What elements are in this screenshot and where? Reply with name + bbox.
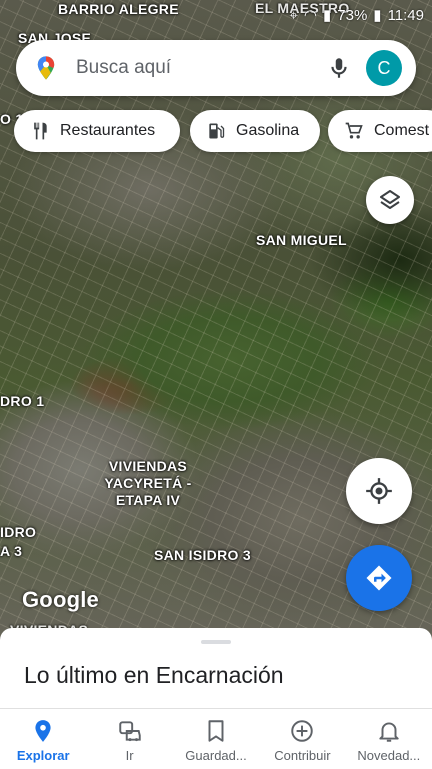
battery-percent: 73% — [337, 6, 368, 24]
directions-button[interactable] — [346, 545, 412, 611]
directions-icon — [366, 565, 392, 591]
bell-icon — [379, 722, 399, 742]
nav-contribuir[interactable]: Contribuir — [259, 709, 345, 769]
add-circle-icon — [291, 720, 314, 742]
nav-novedades[interactable]: Novedad... — [346, 709, 432, 769]
chip-label: Gasolina — [236, 122, 300, 139]
status-bar: ⌖ ◠ ▮ 73% ▮ 11:49 — [289, 6, 424, 25]
nav-label: Contribuir — [274, 748, 331, 763]
satellite-map[interactable]: BARRIO ALEGRE SAN JOSE EL MAESTRO SAN MI… — [0, 0, 432, 640]
sheet-drag-handle[interactable] — [201, 640, 231, 644]
microphone-icon[interactable] — [326, 55, 352, 81]
map-label-san-isidro-3: SAN ISIDRO 3 — [154, 547, 251, 563]
bottom-sheet[interactable]: Lo último en Encarnación — [0, 628, 432, 708]
search-input[interactable]: Busca aquí — [76, 57, 326, 79]
account-avatar[interactable]: C — [366, 50, 402, 86]
map-label-san-miguel: SAN MIGUEL — [256, 232, 347, 248]
chip-gasolina[interactable]: Gasolina — [190, 110, 320, 152]
map-label-viviendas-line2: YACYRETÁ - — [104, 475, 192, 491]
nav-guardados[interactable]: Guardad... — [173, 709, 259, 769]
nav-ir[interactable]: Ir — [86, 709, 172, 769]
battery-icon: ▮ — [373, 7, 382, 24]
wifi-icon: ◠ — [303, 7, 317, 24]
signal-icon: ▮ — [323, 7, 332, 24]
map-label-a3: A 3 — [0, 543, 23, 559]
restaurant-icon — [34, 122, 47, 140]
gas-station-icon — [209, 123, 225, 139]
google-logo: Google — [22, 587, 99, 612]
nav-explorar[interactable]: Explorar — [0, 709, 86, 769]
clock: 11:49 — [387, 6, 424, 24]
chip-label: Comest — [374, 122, 430, 139]
nav-label: Novedad... — [357, 748, 421, 763]
sheet-title: Lo último en Encarnación — [24, 662, 284, 688]
nav-label: Ir — [125, 748, 134, 763]
map-label-barrio-alegre: BARRIO ALEGRE — [58, 1, 179, 17]
nav-label: Guardad... — [185, 748, 247, 763]
crosshair-icon — [366, 478, 392, 504]
chip-comestibles[interactable]: Comest — [328, 110, 432, 152]
maps-pin-icon — [37, 56, 55, 80]
layers-icon — [380, 190, 400, 209]
map-label-dro-1: DRO 1 — [0, 393, 45, 409]
map-label-idro: IDRO — [0, 524, 37, 540]
map-label-viviendas-yacyreta: VIVIENDAS YACYRETÁ - ETAPA IV — [98, 458, 198, 509]
search-bar[interactable]: Busca aquí C — [16, 40, 416, 96]
shopping-cart-icon — [345, 122, 363, 139]
explore-pin-icon — [35, 720, 51, 742]
location-status-icon: ⌖ — [289, 6, 298, 24]
nav-label: Explorar — [16, 748, 70, 763]
layers-button[interactable] — [366, 176, 414, 224]
commute-icon — [118, 721, 141, 742]
map-label-viviendas-line3: ETAPA IV — [115, 492, 181, 508]
chip-label: Restaurantes — [60, 122, 156, 139]
map-label-viviendas-line1: VIVIENDAS — [108, 458, 188, 474]
bookmark-icon — [208, 720, 224, 742]
my-location-button[interactable] — [346, 458, 412, 524]
chip-restaurantes[interactable]: Restaurantes — [14, 110, 180, 152]
bottom-navigation: Explorar Ir Guardad... Contribuir Noveda… — [0, 708, 432, 769]
